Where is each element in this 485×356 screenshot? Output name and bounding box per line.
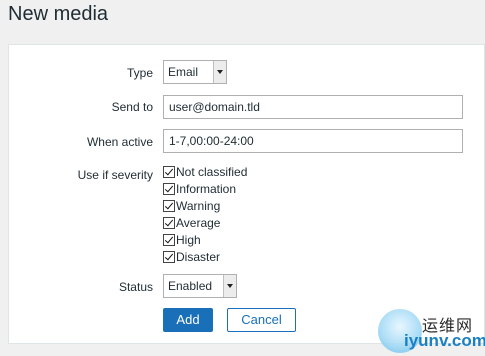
severity-average[interactable]: Average <box>163 215 220 231</box>
severity-disaster[interactable]: Disaster <box>163 249 220 265</box>
add-button[interactable]: Add <box>163 308 213 332</box>
when-active-label: When active <box>86 135 153 149</box>
severity-not-classified[interactable]: Not classified <box>163 164 247 180</box>
status-select-value: Enabled <box>168 279 213 293</box>
checkbox-checked-icon[interactable] <box>163 200 175 212</box>
status-select[interactable]: Enabled <box>163 274 237 298</box>
cancel-button[interactable]: Cancel <box>227 308 296 332</box>
chevron-down-icon[interactable] <box>213 61 226 83</box>
checkbox-checked-icon[interactable] <box>163 183 175 195</box>
form-panel <box>8 44 485 344</box>
when-active-input[interactable] <box>163 129 463 153</box>
severity-label: Use if severity <box>77 168 153 182</box>
severity-option-label: Average <box>176 216 221 230</box>
checkbox-checked-icon[interactable] <box>163 166 175 178</box>
severity-warning[interactable]: Warning <box>163 198 220 214</box>
severity-high[interactable]: High <box>163 232 201 248</box>
severity-option-label: Warning <box>176 199 221 213</box>
severity-information[interactable]: Information <box>163 181 236 197</box>
send-to-label: Send to <box>111 100 153 114</box>
checkbox-checked-icon[interactable] <box>163 251 175 263</box>
severity-option-label: Not classified <box>176 165 248 179</box>
type-select-value: Email <box>168 65 199 79</box>
checkbox-checked-icon[interactable] <box>163 234 175 246</box>
send-to-input[interactable] <box>163 95 463 119</box>
page-title: New media <box>8 3 109 25</box>
severity-option-label: Information <box>176 182 237 196</box>
checkbox-checked-icon[interactable] <box>163 217 175 229</box>
severity-option-label: Disaster <box>176 250 221 264</box>
status-label: Status <box>118 280 153 294</box>
watermark-logo: 运维网 iyunv.com <box>378 309 485 353</box>
type-label: Type <box>126 66 153 80</box>
watermark-bottom-text: iyunv.com <box>404 331 485 350</box>
severity-option-label: High <box>176 233 201 247</box>
chevron-down-icon[interactable] <box>223 275 236 297</box>
type-select[interactable]: Email <box>163 60 227 84</box>
